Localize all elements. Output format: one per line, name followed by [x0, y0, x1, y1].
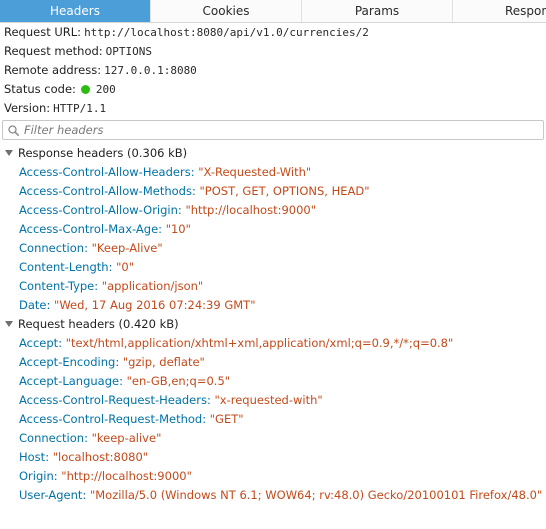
header-name: Access-Control-Max-Age: [19, 222, 159, 236]
header-separator: :: [158, 222, 166, 236]
status-code-label: Status code:: [4, 82, 76, 96]
request-method-row: Request method: OPTIONS: [4, 42, 546, 61]
request-url-value: http://localhost:8080/api/v1.0/currencie…: [84, 26, 369, 39]
header-value: "GET": [209, 412, 244, 426]
header-value: "Keep-Alive": [91, 241, 163, 255]
header-name: Content-Type: [19, 279, 95, 293]
tab-headers[interactable]: Headers: [0, 0, 151, 22]
request-headers-list: Accept: "text/html,application/xhtml+xml…: [0, 334, 546, 505]
header-name: Access-Control-Request-Headers: [19, 393, 207, 407]
header-row[interactable]: Access-Control-Max-Age: "10": [0, 220, 546, 239]
header-separator: :: [58, 336, 66, 350]
header-separator: :: [108, 260, 117, 274]
response-headers-list: Access-Control-Allow-Headers: "X-Request…: [0, 163, 546, 315]
header-name: Host: [19, 450, 46, 464]
filter-headers-input[interactable]: [24, 122, 543, 138]
header-row[interactable]: Access-Control-Request-Headers: "x-reque…: [0, 391, 546, 410]
request-url-row: Request URL: http://localhost:8080/api/v1…: [4, 23, 546, 42]
header-row[interactable]: Origin: "http://localhost:9000": [0, 467, 546, 486]
header-value: "http://localhost:9000": [185, 203, 317, 217]
response-headers-toggle[interactable]: Response headers (0.306 kB): [0, 144, 546, 163]
header-name: Access-Control-Allow-Origin: [19, 203, 178, 217]
header-value: "POST, GET, OPTIONS, HEAD": [199, 184, 370, 198]
header-value: "keep-alive": [91, 431, 162, 445]
header-separator: :: [206, 393, 215, 407]
header-separator: :: [46, 298, 55, 312]
header-separator: :: [119, 374, 127, 388]
header-row[interactable]: Date: "Wed, 17 Aug 2016 07:24:39 GMT": [0, 296, 546, 315]
header-separator: :: [202, 412, 210, 426]
header-name: Accept-Language: [19, 374, 120, 388]
header-row[interactable]: Connection: "keep-alive": [0, 429, 546, 448]
version-row: Version: HTTP/1.1: [4, 99, 546, 118]
header-row[interactable]: Host: "localhost:8080": [0, 448, 546, 467]
header-separator: :: [94, 279, 102, 293]
header-value: "application/json": [101, 279, 204, 293]
header-name: Access-Control-Allow-Methods: [19, 184, 192, 198]
header-name: Access-Control-Request-Method: [19, 412, 203, 426]
header-value: "text/html,application/xhtml+xml,applica…: [65, 336, 454, 350]
version-value: HTTP/1.1: [53, 102, 107, 115]
remote-address-row: Remote address: 127.0.0.1:8080: [4, 61, 546, 80]
header-name: Accept-Encoding: [19, 355, 116, 369]
remote-address-value: 127.0.0.1:8080: [104, 64, 197, 77]
header-value: "localhost:8080": [52, 450, 149, 464]
tab-cookies[interactable]: Cookies: [151, 0, 302, 22]
header-name: Accept: [19, 336, 59, 350]
header-separator: :: [191, 184, 200, 198]
header-value: "0": [116, 260, 134, 274]
header-row[interactable]: User-Agent: "Mozilla/5.0 (Windows NT 6.1…: [0, 486, 546, 505]
request-method-label: Request method:: [4, 44, 103, 58]
status-code-row: Status code: 200: [4, 80, 546, 99]
filter-box: [2, 120, 544, 140]
header-row[interactable]: Access-Control-Allow-Origin: "http://loc…: [0, 201, 546, 220]
request-url-label: Request URL:: [4, 25, 82, 39]
header-row[interactable]: Accept: "text/html,application/xhtml+xml…: [0, 334, 546, 353]
header-value: "x-requested-with": [214, 393, 323, 407]
tab-params[interactable]: Params: [302, 0, 453, 22]
remote-address-label: Remote address:: [4, 63, 102, 77]
header-separator: :: [45, 450, 53, 464]
header-name: Origin: [19, 469, 54, 483]
header-name: Date: [19, 298, 47, 312]
header-row[interactable]: Content-Length: "0": [0, 258, 546, 277]
header-value: "Wed, 17 Aug 2016 07:24:39 GMT": [54, 298, 256, 312]
status-code-value: 200: [95, 83, 116, 96]
header-row[interactable]: Connection: "Keep-Alive": [0, 239, 546, 258]
header-value: "en-GB,en;q=0.5": [126, 374, 231, 388]
request-headers-toggle[interactable]: Request headers (0.420 kB): [0, 315, 546, 334]
header-name: Access-Control-Allow-Headers: [19, 165, 191, 179]
header-separator: :: [82, 488, 90, 502]
header-row[interactable]: Access-Control-Allow-Headers: "X-Request…: [0, 163, 546, 182]
header-value: "X-Requested-With": [198, 165, 312, 179]
header-separator: :: [84, 241, 92, 255]
header-separator: :: [84, 431, 92, 445]
header-row[interactable]: Access-Control-Allow-Methods: "POST, GET…: [0, 182, 546, 201]
header-separator: :: [115, 355, 123, 369]
header-row[interactable]: Content-Type: "application/json": [0, 277, 546, 296]
twisty-expanded-icon: [5, 150, 13, 156]
header-row[interactable]: Access-Control-Request-Method: "GET": [0, 410, 546, 429]
request-method-value: OPTIONS: [105, 45, 153, 58]
header-name: Connection: [19, 431, 85, 445]
header-name: User-Agent: [19, 488, 83, 502]
tab-response[interactable]: Respons: [453, 0, 546, 22]
header-name: Content-Length: [19, 260, 109, 274]
header-name: Connection: [19, 241, 85, 255]
twisty-expanded-icon: [5, 321, 13, 327]
request-summary: Request URL: http://localhost:8080/api/v1…: [0, 23, 546, 118]
header-row[interactable]: Accept-Encoding: "gzip, deflate": [0, 353, 546, 372]
response-headers-title: Response headers (0.306 kB): [18, 146, 188, 160]
tab-bar: Headers Cookies Params Respons: [0, 0, 546, 23]
version-label: Version:: [4, 101, 51, 115]
status-dot-icon: [80, 85, 90, 94]
header-value: "Mozilla/5.0 (Windows NT 6.1; WOW64; rv:…: [89, 488, 543, 502]
header-value: "http://localhost:9000": [61, 469, 192, 483]
request-headers-title: Request headers (0.420 kB): [18, 317, 179, 331]
search-icon: [8, 124, 19, 136]
header-value: "gzip, deflate": [122, 355, 205, 369]
header-row[interactable]: Accept-Language: "en-GB,en;q=0.5": [0, 372, 546, 391]
header-value: "10": [165, 222, 191, 236]
